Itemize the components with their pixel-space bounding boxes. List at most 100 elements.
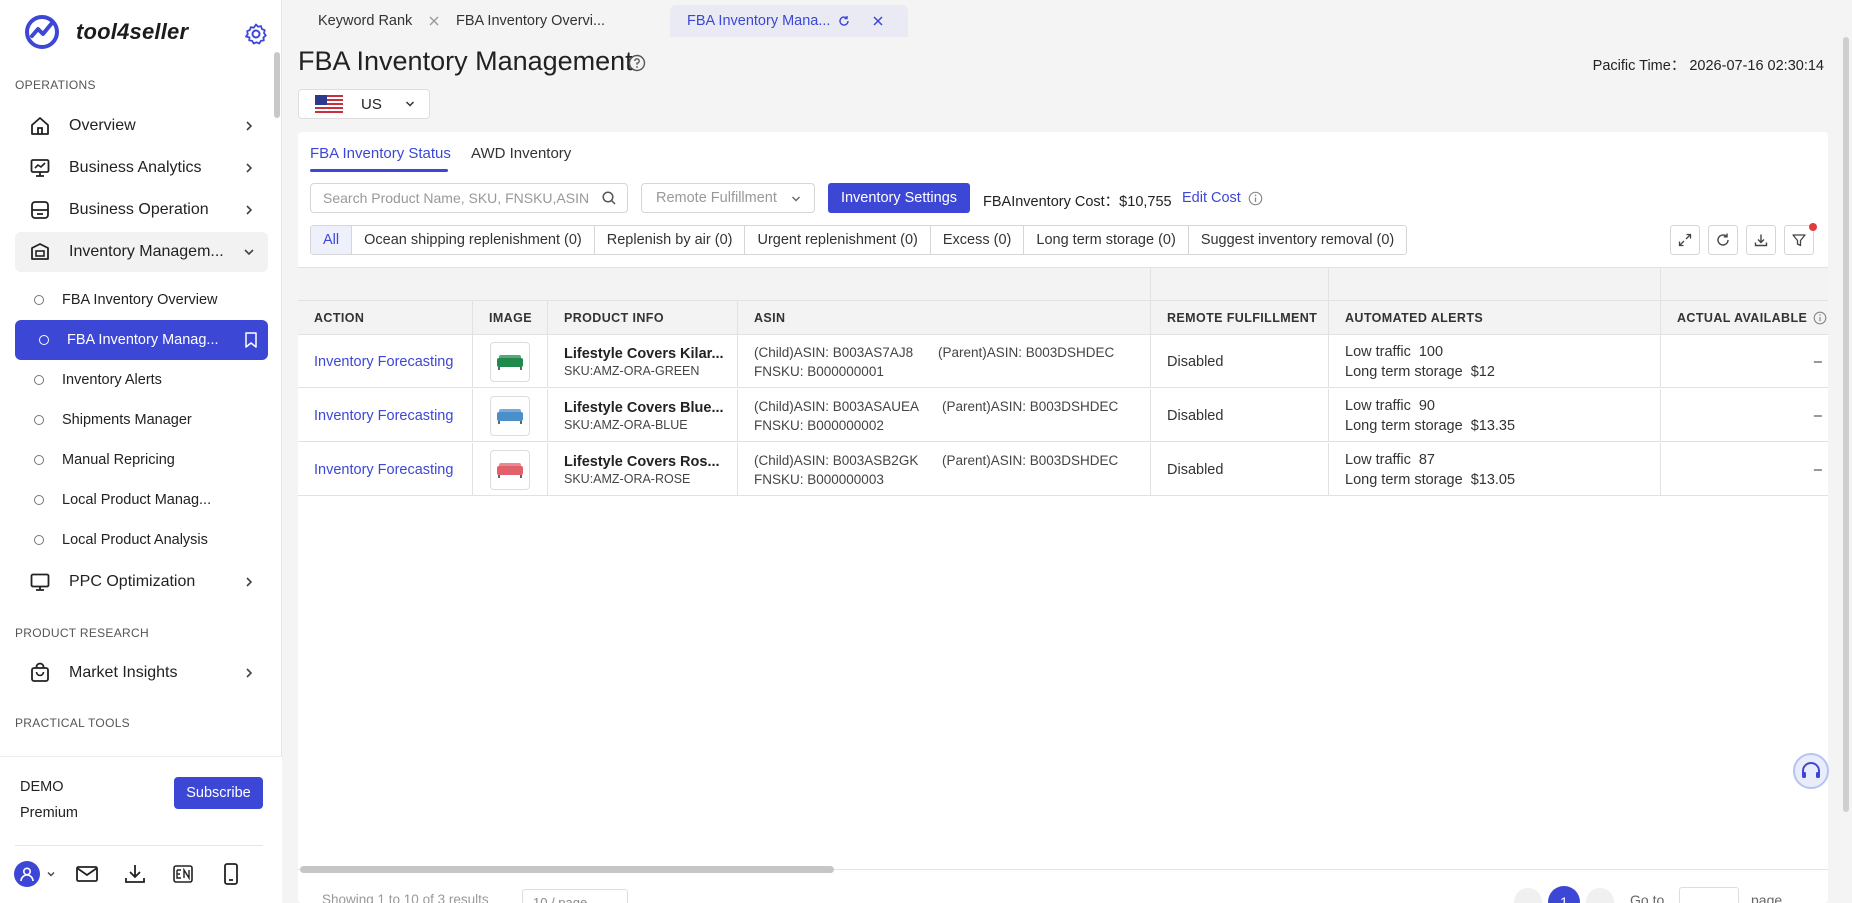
filter-all[interactable]: All — [311, 226, 352, 254]
divider — [15, 845, 263, 846]
subscribe-button[interactable]: Subscribe — [174, 777, 263, 809]
sidebar-item-business-operation[interactable]: Business Operation — [15, 190, 268, 230]
expand-icon — [1678, 233, 1692, 247]
mail-icon[interactable] — [74, 861, 100, 887]
avatar[interactable] — [14, 861, 40, 887]
inventory-forecasting-link[interactable]: Inventory Forecasting — [314, 354, 472, 370]
filter-long-term-storage[interactable]: Long term storage (0) — [1023, 226, 1187, 254]
bullet-icon — [34, 415, 44, 425]
results-summary: Showing 1 to 10 of 3 results — [322, 892, 489, 903]
support-button[interactable] — [1793, 753, 1829, 789]
refresh-button[interactable] — [1708, 225, 1738, 255]
tab-keyword-rank[interactable]: Keyword Rank — [284, 5, 439, 37]
sidebar-item-overview[interactable]: Overview — [15, 106, 268, 146]
account-name: DEMO — [20, 779, 64, 795]
child-asin: (Child)ASIN: B003ASAUEA — [754, 398, 920, 414]
product-name[interactable]: Lifestyle Covers Blue... — [564, 400, 737, 416]
search-input[interactable]: Search Product Name, SKU, FNSKU,ASIN — [310, 183, 628, 213]
sidebar-item-business-analytics[interactable]: Business Analytics — [15, 148, 268, 188]
goto-page-input[interactable] — [1679, 887, 1739, 903]
inventory-forecasting-link[interactable]: Inventory Forecasting — [314, 462, 472, 478]
cell-image — [472, 389, 547, 442]
sidebar-subitem-fba-inventory-overview[interactable]: FBA Inventory Overview — [15, 280, 268, 320]
subtab-indicator — [310, 169, 448, 172]
sidebar-subitem-label: Shipments Manager — [62, 412, 192, 428]
sidebar-item-market-insights[interactable]: Market Insights — [15, 653, 268, 693]
cell-action: Inventory Forecasting — [298, 443, 472, 496]
cell-actual-available: – — [1660, 335, 1828, 388]
refresh-icon[interactable] — [838, 15, 850, 27]
traffic-value: 87 — [1418, 451, 1435, 468]
info-icon[interactable] — [1813, 311, 1827, 325]
filter-urgent-replenishment[interactable]: Urgent replenishment (0) — [744, 226, 929, 254]
sidebar-subitem-local-product-analysis[interactable]: Local Product Analysis — [15, 520, 268, 560]
country-select[interactable]: US — [298, 89, 430, 119]
product-thumbnail[interactable] — [490, 341, 530, 382]
sidebar-item-ppc-optimization[interactable]: PPC Optimization — [15, 562, 268, 602]
cell-product-info: Lifestyle Covers Ros... SKU:AMZ-ORA-ROSE — [547, 443, 737, 496]
remote-fulfillment-placeholder: Remote Fulfillment — [656, 190, 777, 206]
bookmark-icon[interactable] — [244, 332, 258, 348]
info-icon[interactable] — [1248, 191, 1263, 206]
sidebar-subitem-shipments-manager[interactable]: Shipments Manager — [15, 400, 268, 440]
sidebar-subitem-local-product-management[interactable]: Local Product Manag... — [15, 480, 268, 520]
cell-asin: (Child)ASIN: B003ASAUEA (Parent)ASIN: B0… — [737, 389, 1150, 442]
logo[interactable]: tool4seller — [24, 14, 188, 50]
download-icon[interactable] — [122, 861, 148, 887]
main-scrollbar[interactable] — [1843, 37, 1849, 812]
product-thumbnail[interactable] — [490, 449, 530, 490]
product-thumbnail[interactable] — [490, 395, 530, 436]
inventory-settings-button[interactable]: Inventory Settings — [828, 183, 970, 213]
filter-suggest-removal[interactable]: Suggest inventory removal (0) — [1187, 226, 1406, 254]
sidebar-subitem-fba-inventory-management[interactable]: FBA Inventory Manag... — [15, 320, 268, 360]
sidebar-scrollbar[interactable] — [274, 52, 280, 118]
help-icon[interactable] — [628, 54, 646, 72]
app-name: tool4seller — [76, 19, 189, 44]
product-name[interactable]: Lifestyle Covers Kilar... — [564, 346, 737, 362]
sidebar-item-label: Business Analytics — [69, 159, 202, 176]
filter-ocean-shipping[interactable]: Ocean shipping replenishment (0) — [351, 226, 594, 254]
tab-fba-inventory-overview[interactable]: FBA Inventory Overvi... — [432, 5, 799, 37]
fullscreen-button[interactable] — [1670, 225, 1700, 255]
bullet-icon — [39, 335, 49, 345]
remote-fulfillment-select[interactable]: Remote Fulfillment — [641, 183, 815, 213]
filter-replenish-by-air[interactable]: Replenish by air (0) — [593, 226, 745, 254]
storage-label: Long term storage — [1345, 363, 1463, 380]
traffic-value: 90 — [1418, 397, 1435, 414]
scroll-thumb[interactable] — [300, 866, 834, 873]
horizontal-scrollbar[interactable] — [298, 866, 1828, 874]
home-icon — [31, 117, 49, 135]
table-header-group — [298, 267, 1828, 301]
prev-page-button[interactable] — [1514, 888, 1542, 903]
fnsku: FNSKU: B000000003 — [754, 471, 884, 487]
sidebar-item-inventory-management[interactable]: Inventory Managem... — [15, 232, 268, 272]
next-page-button[interactable] — [1586, 888, 1614, 903]
chevron-right-icon — [246, 668, 253, 678]
language-icon[interactable] — [170, 861, 196, 887]
mobile-icon[interactable] — [218, 861, 244, 887]
edit-cost-link[interactable]: Edit Cost — [1182, 190, 1241, 206]
shopping-bag-icon — [31, 662, 49, 682]
filter-excess[interactable]: Excess (0) — [929, 226, 1024, 254]
product-name[interactable]: Lifestyle Covers Ros... — [564, 454, 737, 470]
filter-button[interactable] — [1784, 223, 1817, 255]
close-icon[interactable] — [872, 15, 884, 27]
product-sku: SKU:AMZ-ORA-BLUE — [564, 417, 688, 432]
sidebar-subitem-manual-repricing[interactable]: Manual Repricing — [15, 440, 268, 480]
sidebar-item-label: PPC Optimization — [69, 573, 196, 590]
chevron-down-icon[interactable] — [46, 869, 56, 879]
col-automated-alerts: AUTOMATED ALERTS — [1328, 301, 1660, 334]
sidebar-subitem-inventory-alerts[interactable]: Inventory Alerts — [15, 360, 268, 400]
country-code: US — [361, 95, 382, 113]
subtab-awd-inventory[interactable]: AWD Inventory — [471, 145, 571, 162]
export-button[interactable] — [1746, 225, 1776, 255]
sidebar-item-label: Inventory Managem... — [69, 243, 224, 260]
current-page[interactable]: 1 — [1548, 886, 1580, 903]
page-size-select[interactable]: 10 / page — [522, 889, 628, 903]
product-image — [497, 354, 523, 370]
tab-fba-inventory-management[interactable]: FBA Inventory Mana... — [670, 5, 908, 37]
search-icon[interactable] — [601, 190, 617, 206]
inventory-forecasting-link[interactable]: Inventory Forecasting — [314, 408, 472, 424]
gear-icon[interactable] — [244, 22, 268, 46]
subtab-fba-inventory-status[interactable]: FBA Inventory Status — [310, 145, 451, 162]
